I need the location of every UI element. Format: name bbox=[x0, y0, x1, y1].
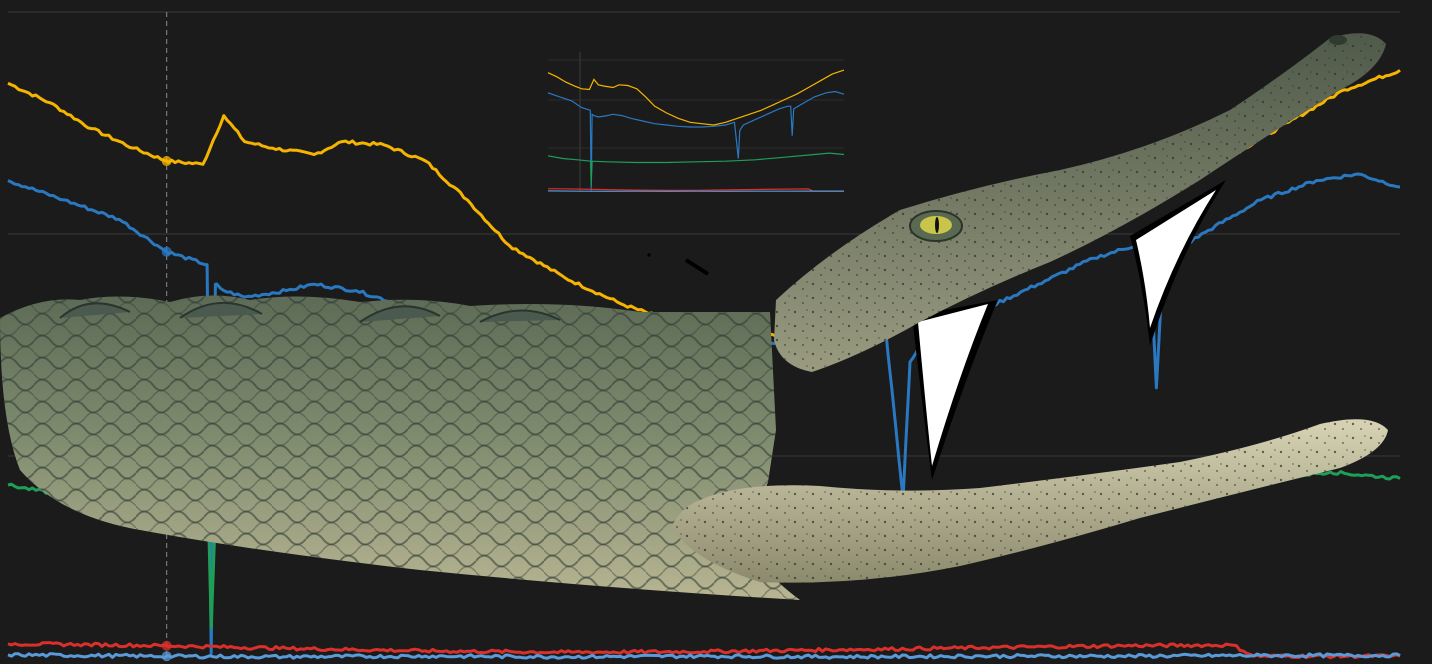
stray-dot bbox=[647, 253, 651, 257]
crocodile-scales bbox=[0, 295, 800, 600]
chart-stage bbox=[0, 0, 1432, 664]
stray-mark bbox=[684, 258, 710, 276]
jaw-speckles bbox=[672, 419, 1388, 583]
crosshair-marker-0 bbox=[161, 156, 172, 167]
crosshair-marker-1 bbox=[161, 246, 172, 257]
overview-minimap bbox=[546, 52, 846, 194]
crosshair-marker-3 bbox=[161, 640, 172, 651]
nostril bbox=[1329, 35, 1347, 45]
line-chart bbox=[0, 11, 1401, 662]
crosshair-marker-4 bbox=[161, 651, 172, 662]
series-line-4 bbox=[7, 652, 1401, 660]
eye-pupil bbox=[935, 217, 939, 233]
snout-speckles bbox=[774, 33, 1386, 372]
